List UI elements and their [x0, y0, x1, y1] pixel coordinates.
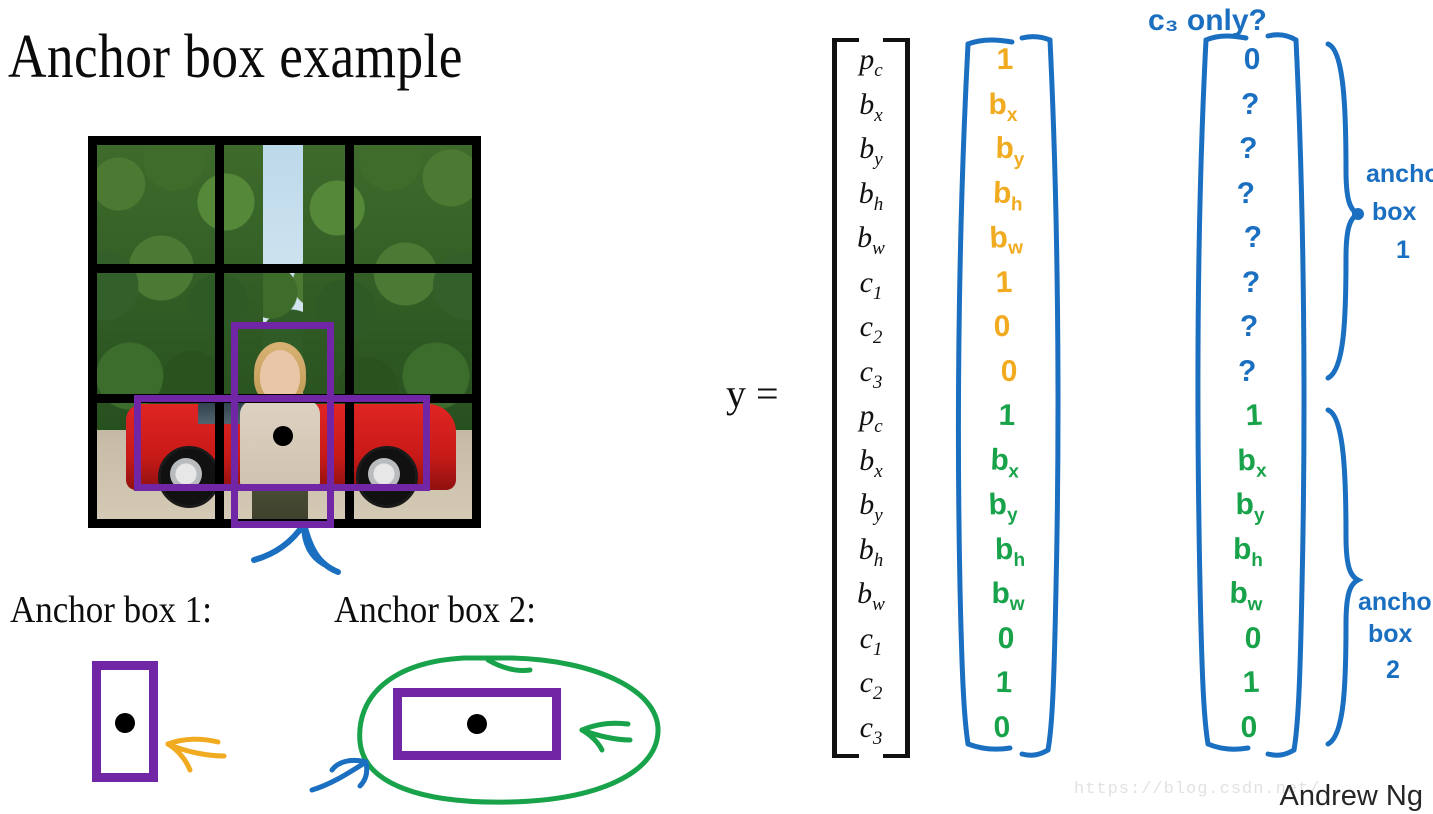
handwritten-value: bh — [1232, 532, 1263, 571]
green-pointer-arrow — [579, 720, 633, 753]
handwritten-value: by — [1235, 487, 1265, 526]
blue-pointer-arrow-to-anchor2 — [309, 757, 370, 793]
grid-line-horizontal — [88, 264, 481, 273]
author-credit: Andrew Ng — [1279, 780, 1423, 812]
handwritten-value: 0 — [1000, 354, 1018, 388]
handwritten-value: ? — [1237, 354, 1257, 388]
vector-row: c3 — [859, 354, 883, 393]
blue-pointer-arrow-to-cell — [251, 521, 341, 575]
scene-photo — [88, 136, 481, 528]
handwritten-value: ? — [1243, 220, 1263, 255]
detection-image-panel — [88, 136, 481, 528]
anchor-box-1-center-dot — [115, 713, 135, 733]
grid-border-top — [88, 136, 481, 145]
annotation-column-1: 1 bx by bh bw 1 0 0 1 bx by bh bw 0 1 0 — [946, 34, 1066, 758]
handwritten-value: ? — [1238, 131, 1258, 166]
handwritten-value: 1 — [995, 265, 1013, 299]
anchor-group-braces — [1325, 41, 1364, 747]
vector-row: c3 — [859, 710, 883, 749]
vector-row: bx — [859, 87, 883, 126]
handwritten-value: 1 — [998, 398, 1016, 433]
c3-only-note: c₃ only? — [1148, 4, 1267, 37]
page-title: Anchor box example — [8, 23, 463, 91]
handwritten-value: 1 — [996, 42, 1014, 77]
vector-row: c2 — [859, 666, 883, 704]
anchor-box-2-note-line1: anchor — [1358, 588, 1433, 616]
grid-border-right — [472, 136, 481, 528]
annotation-column-2: 0??????? 1 bx by bh bw 0 1 0 — [1190, 32, 1310, 758]
handwritten-value: bh — [994, 532, 1026, 571]
handwritten-value: 1 — [995, 665, 1013, 700]
vector-row: bx — [859, 443, 883, 482]
equation-label: y = — [726, 371, 779, 416]
anchor-box-1-note-line1: ancho — [1366, 160, 1433, 188]
handwritten-value: bw — [1229, 576, 1263, 616]
handwritten-value: bx — [1237, 443, 1267, 482]
handwritten-value: ? — [1240, 87, 1260, 121]
vector-row: by — [859, 488, 883, 526]
handwritten-value: bx — [989, 442, 1020, 483]
handwritten-value: 0 — [1243, 42, 1261, 77]
handwritten-value: by — [987, 487, 1019, 526]
vector-row: pc — [859, 43, 883, 81]
handwritten-value: 0 — [1243, 621, 1263, 655]
vector-row: c2 — [859, 310, 883, 348]
handwritten-value: bh — [992, 175, 1023, 216]
output-vector: pc bx by bh bw c1 c2 c3 pc bx by bh bw c1 c2 c3 — [832, 38, 910, 758]
handwritten-value: 0 — [993, 309, 1011, 344]
anchor-box-2-note-line3: 2 — [1386, 656, 1400, 684]
handwritten-value: bw — [988, 220, 1024, 259]
anchor-box-1-label: Anchor box 1: — [10, 589, 212, 631]
orange-pointer-arrow — [165, 736, 227, 773]
handwritten-value: 1 — [1242, 665, 1260, 700]
vector-row: by — [859, 132, 883, 170]
anchor-box-1-note-line2: box — [1372, 198, 1417, 226]
anchor-box-2-note-line2: box — [1368, 620, 1413, 648]
handwritten-value: by — [995, 131, 1025, 171]
vector-row: c1 — [859, 621, 883, 660]
handwritten-value: 0 — [1240, 710, 1258, 744]
vector-row: pc — [859, 399, 883, 437]
vector-row: bh — [858, 176, 884, 215]
object-center-dot — [273, 426, 293, 446]
handwritten-value: bw — [991, 577, 1025, 615]
handwritten-value: ? — [1241, 265, 1261, 299]
handwritten-value: ? — [1236, 176, 1256, 210]
grid-border-left — [88, 136, 97, 528]
vector-row: bw — [857, 577, 885, 615]
handwritten-value: bx — [988, 87, 1018, 126]
handwritten-value: 1 — [1244, 398, 1264, 433]
handwritten-value: 0 — [992, 710, 1012, 744]
handwritten-value: 0 — [997, 621, 1015, 655]
handwritten-value: ? — [1239, 309, 1259, 344]
vector-row: bw — [857, 221, 885, 259]
vector-row: c1 — [859, 265, 883, 304]
anchor-box-1-note-line3: 1 — [1396, 236, 1410, 264]
anchor-box-2-label: Anchor box 2: — [334, 589, 536, 631]
vector-row: bh — [858, 532, 884, 571]
